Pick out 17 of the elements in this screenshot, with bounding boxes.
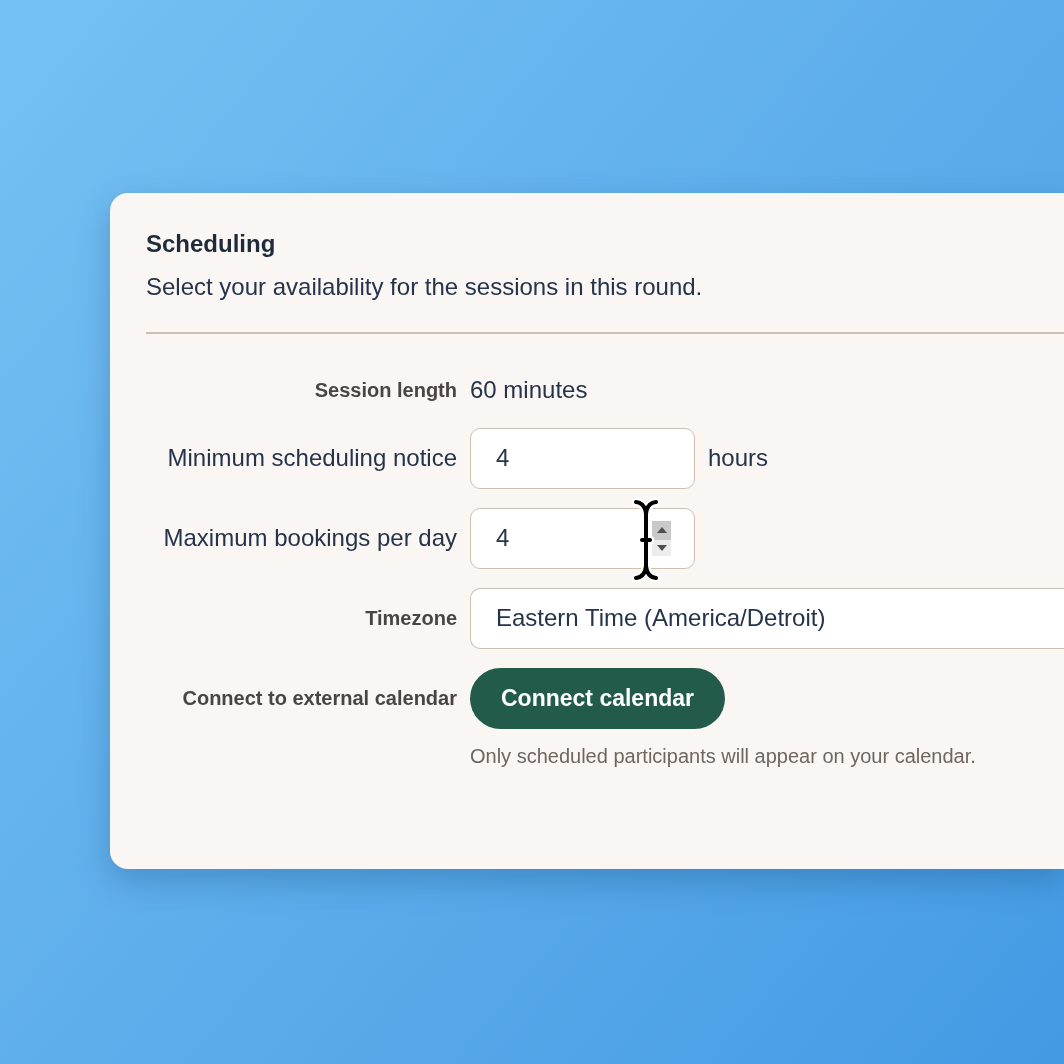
number-field[interactable]: 4 <box>470 427 695 489</box>
down-triangle-icon <box>656 544 667 551</box>
section-title: Scheduling <box>146 229 276 259</box>
increment-button[interactable] <box>652 520 671 540</box>
unit-label: hours <box>708 443 769 473</box>
up-triangle-icon <box>656 527 667 533</box>
field-label: Maximum bookings per day <box>163 523 457 553</box>
field-value: 60 minutes <box>470 374 588 405</box>
field-label: Timezone <box>365 606 457 631</box>
section-description: Select your availability for the sessions in this round. <box>146 272 703 302</box>
field-label: Session length <box>314 377 457 403</box>
timezone-dropdown[interactable]: Eastern Time (America/Detroit) <box>470 587 1064 649</box>
field-label: Minimum scheduling notice <box>167 443 457 473</box>
field-label: Connect to external calendar <box>182 686 457 711</box>
connect-calendar-button[interactable]: Connect calendar <box>470 667 725 729</box>
help-text: Only scheduled participants will appear on your calendar. <box>470 743 976 768</box>
text-cursor-icon <box>631 496 661 583</box>
